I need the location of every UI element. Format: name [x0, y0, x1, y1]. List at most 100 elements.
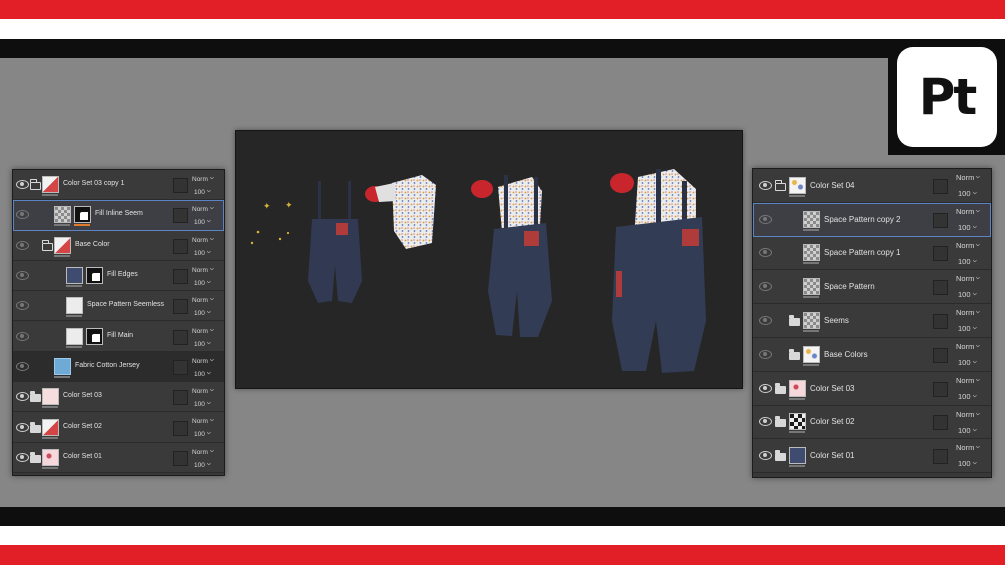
layer-name[interactable]: Space Pattern copy 1: [824, 248, 901, 257]
layer-row[interactable]: Seems Norm 100: [753, 304, 991, 338]
layer-checkbox[interactable]: [933, 381, 948, 397]
layer-checkbox[interactable]: [933, 415, 948, 431]
opacity-dropdown[interactable]: 100: [958, 256, 977, 266]
layer-checkbox[interactable]: [173, 359, 188, 375]
layer-name[interactable]: Color Set 03: [63, 392, 102, 399]
layer-checkbox[interactable]: [173, 238, 188, 254]
layer-row[interactable]: Color Set 02 Norm 100: [13, 412, 224, 443]
opacity-dropdown[interactable]: 100: [194, 398, 211, 408]
blend-mode-dropdown[interactable]: Norm: [192, 446, 214, 456]
layer-row[interactable]: Color Set 03 Norm 100: [13, 382, 224, 413]
layer-checkbox[interactable]: [933, 246, 948, 262]
blend-mode-dropdown[interactable]: Norm: [956, 240, 980, 250]
blend-mode-dropdown[interactable]: Norm: [192, 355, 214, 365]
layer-checkbox[interactable]: [173, 450, 188, 466]
blend-mode-dropdown[interactable]: Norm: [956, 273, 980, 283]
visibility-eye-icon[interactable]: [16, 271, 29, 281]
folder-icon[interactable]: [775, 450, 786, 462]
visibility-eye-icon[interactable]: [759, 282, 772, 292]
folder-icon[interactable]: [30, 421, 41, 433]
layer-name[interactable]: Color Set 03 copy 1: [63, 180, 124, 187]
opacity-dropdown[interactable]: 100: [194, 368, 211, 378]
layer-row[interactable]: Color Set 01 Norm 100: [13, 442, 224, 473]
folder-open-icon[interactable]: [41, 239, 53, 251]
visibility-eye-icon[interactable]: [759, 383, 772, 393]
layer-row[interactable]: Color Set 04 Norm 100: [753, 169, 991, 203]
layer-row[interactable]: Space Pattern Seemless Norm 100: [13, 291, 224, 322]
blend-mode-dropdown[interactable]: Norm: [956, 375, 980, 385]
blend-mode-dropdown[interactable]: Norm: [192, 173, 214, 183]
layer-name[interactable]: Base Color: [75, 241, 110, 248]
layer-row[interactable]: Space Pattern copy 1 Norm 100: [753, 236, 991, 271]
layer-row[interactable]: Base Color Norm 100: [13, 230, 224, 261]
opacity-dropdown[interactable]: 100: [958, 222, 977, 232]
layer-row[interactable]: Fill Main Norm 100: [13, 321, 224, 352]
layer-name[interactable]: Fill Edges: [107, 271, 138, 278]
layer-checkbox[interactable]: [173, 299, 188, 315]
visibility-eye-icon[interactable]: [16, 331, 29, 341]
visibility-eye-icon[interactable]: [16, 210, 29, 220]
layer-name[interactable]: Color Set 02: [810, 417, 854, 426]
opacity-dropdown[interactable]: 100: [194, 307, 211, 317]
blend-mode-dropdown[interactable]: Norm: [192, 385, 214, 395]
layer-checkbox[interactable]: [173, 420, 188, 436]
layer-checkbox[interactable]: [173, 329, 188, 345]
layer-row[interactable]: Color Set 03 Norm 100: [753, 371, 991, 406]
folder-icon[interactable]: [789, 315, 800, 327]
folder-icon[interactable]: [30, 391, 41, 403]
opacity-dropdown[interactable]: 100: [194, 277, 211, 287]
opacity-dropdown[interactable]: 100: [958, 323, 977, 333]
blend-mode-dropdown[interactable]: Norm: [192, 234, 214, 244]
visibility-eye-icon[interactable]: [16, 240, 29, 250]
layer-row[interactable]: Fill Inline Seem Norm 100: [13, 200, 224, 231]
opacity-dropdown[interactable]: 100: [194, 338, 211, 348]
layer-name[interactable]: Color Set 02: [63, 423, 102, 430]
layer-name[interactable]: Color Set 04: [810, 181, 854, 190]
layer-checkbox[interactable]: [933, 212, 948, 228]
folder-open-icon[interactable]: [29, 179, 41, 191]
3d-viewport[interactable]: ✦ ✦: [235, 130, 743, 389]
blend-mode-dropdown[interactable]: Norm: [192, 294, 214, 304]
folder-icon[interactable]: [30, 451, 41, 463]
visibility-eye-icon[interactable]: [16, 392, 29, 402]
layer-name[interactable]: Color Set 03: [810, 384, 854, 393]
layer-checkbox[interactable]: [173, 208, 188, 224]
layer-name[interactable]: Space Pattern: [824, 282, 875, 291]
opacity-dropdown[interactable]: 100: [194, 216, 211, 226]
opacity-dropdown[interactable]: 100: [194, 186, 211, 196]
folder-icon[interactable]: [789, 348, 800, 360]
layer-checkbox[interactable]: [933, 178, 948, 194]
opacity-dropdown[interactable]: 100: [958, 188, 977, 198]
blend-mode-dropdown[interactable]: Norm: [956, 172, 980, 182]
folder-open-icon[interactable]: [774, 179, 786, 191]
visibility-eye-icon[interactable]: [759, 451, 772, 461]
layer-checkbox[interactable]: [933, 449, 948, 465]
layer-row[interactable]: Color Set 03 copy 1 Norm 100: [13, 170, 224, 201]
layer-checkbox[interactable]: [173, 390, 188, 406]
opacity-dropdown[interactable]: 100: [194, 247, 211, 257]
layer-row[interactable]: Color Set 01 Norm 100: [753, 439, 991, 474]
blend-mode-dropdown[interactable]: Norm: [956, 307, 980, 317]
blend-mode-dropdown[interactable]: Norm: [192, 203, 214, 213]
blend-mode-dropdown[interactable]: Norm: [956, 206, 980, 216]
layer-name[interactable]: Space Pattern Seemless: [87, 301, 164, 308]
folder-icon[interactable]: [775, 416, 786, 428]
layer-name[interactable]: Fill Inline Seem: [95, 210, 143, 217]
blend-mode-dropdown[interactable]: Norm: [956, 341, 980, 351]
blend-mode-dropdown[interactable]: Norm: [192, 415, 214, 425]
layer-name[interactable]: Color Set 01: [810, 451, 854, 460]
opacity-dropdown[interactable]: 100: [958, 458, 977, 468]
opacity-dropdown[interactable]: 100: [194, 428, 211, 438]
visibility-eye-icon[interactable]: [759, 417, 772, 427]
layer-checkbox[interactable]: [173, 269, 188, 285]
opacity-dropdown[interactable]: 100: [958, 391, 977, 401]
visibility-eye-icon[interactable]: [16, 452, 29, 462]
layer-name[interactable]: Fill Main: [107, 332, 133, 339]
visibility-eye-icon[interactable]: [759, 248, 772, 258]
folder-icon[interactable]: [775, 382, 786, 394]
blend-mode-dropdown[interactable]: Norm: [956, 442, 980, 452]
layer-name[interactable]: Seems: [824, 316, 849, 325]
layer-row[interactable]: Fill Edges Norm 100: [13, 260, 224, 292]
visibility-eye-icon[interactable]: [759, 316, 772, 326]
visibility-eye-icon[interactable]: [759, 180, 772, 190]
